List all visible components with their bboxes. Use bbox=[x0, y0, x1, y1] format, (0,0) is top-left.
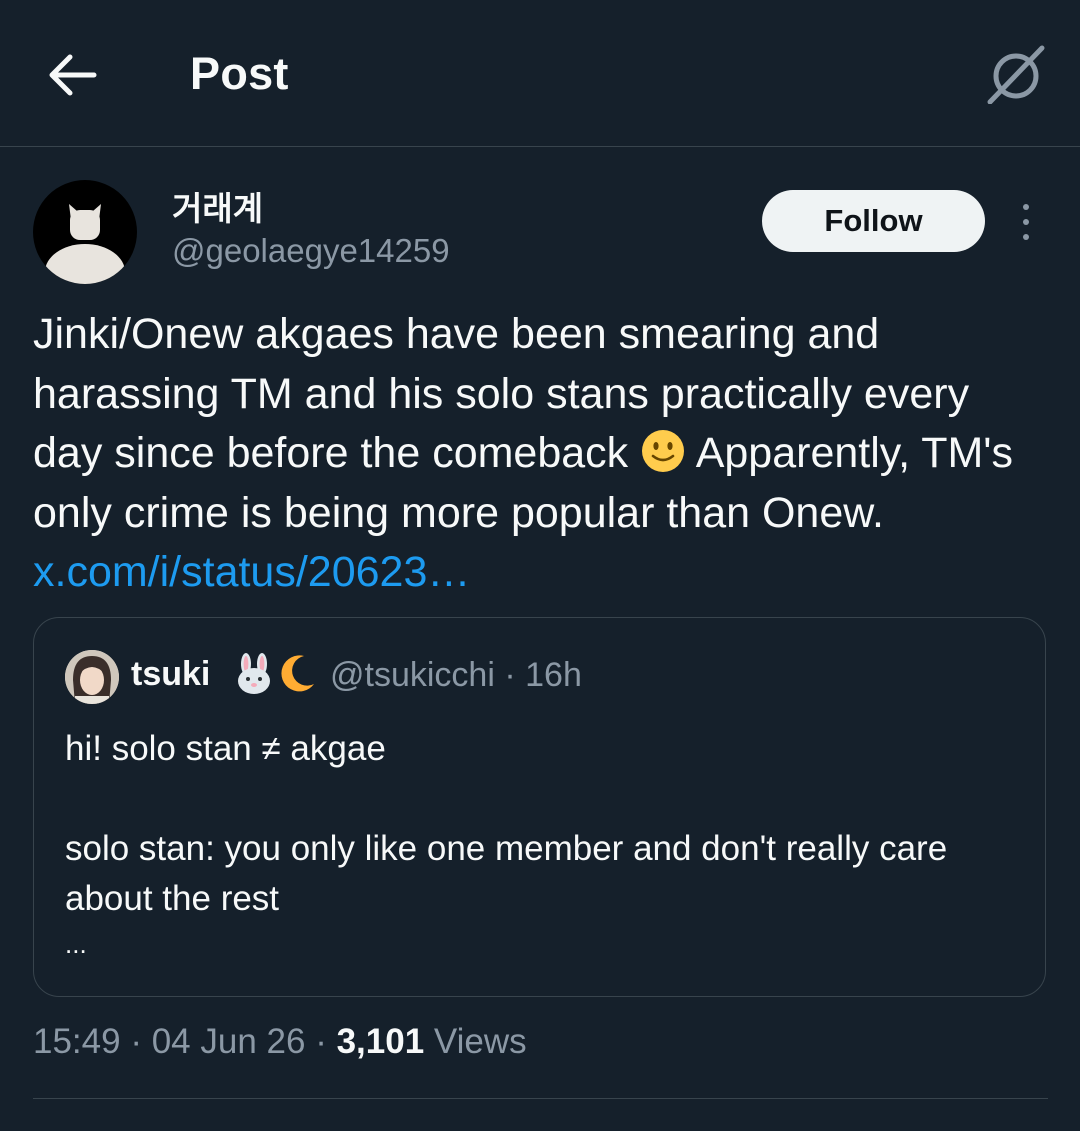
quoted-text-line: solo stan: you only like one member and … bbox=[65, 829, 948, 918]
author-avatar[interactable] bbox=[33, 180, 137, 284]
page-title: Post bbox=[190, 48, 289, 99]
tweet-text: Jinki/Onew akgaes have been smearing and… bbox=[33, 305, 1048, 603]
separator-dot: · bbox=[504, 656, 516, 694]
quoted-author-name: tsuki bbox=[131, 655, 211, 693]
quoted-post[interactable]: tsuki @tsukicchi · 16h hi! solo stan ≠ a… bbox=[33, 617, 1046, 997]
views-label: Views bbox=[433, 1022, 527, 1061]
quoted-author-handle: @tsukicchi bbox=[330, 656, 495, 694]
quoted-post-text: hi! solo stan ≠ akgae solo stan: you onl… bbox=[65, 724, 1025, 964]
separator-dot: · bbox=[130, 1022, 142, 1061]
slightly-smiling-face-emoji bbox=[642, 430, 685, 472]
quoted-post-time: 16h bbox=[525, 656, 582, 694]
quoted-text-line: hi! solo stan ≠ akgae bbox=[65, 729, 386, 768]
arrow-left-icon bbox=[49, 54, 97, 96]
divider bbox=[33, 1098, 1048, 1099]
tweet-link[interactable]: x.com/i/status/20623… bbox=[33, 548, 470, 596]
quoted-author-avatar bbox=[65, 650, 119, 704]
views-count: 3,101 bbox=[336, 1022, 425, 1061]
profile-photo-icon bbox=[65, 650, 119, 704]
top-bar: Post bbox=[0, 0, 1080, 147]
author-handle[interactable]: @geolaegye14259 bbox=[172, 232, 450, 270]
grok-button[interactable] bbox=[984, 44, 1048, 105]
post-metadata: 15:49 · 04 Jun 26 · 3,101 Views bbox=[33, 1022, 527, 1062]
grok-icon bbox=[987, 45, 1045, 105]
quoted-text-line: ... bbox=[65, 929, 87, 959]
back-button[interactable] bbox=[48, 50, 100, 100]
more-options-icon[interactable] bbox=[1010, 200, 1042, 244]
separator-dot: · bbox=[315, 1022, 327, 1061]
author-display-name[interactable]: 거래계 bbox=[172, 182, 263, 230]
post-time[interactable]: 15:49 bbox=[33, 1022, 121, 1061]
quoted-text-line bbox=[65, 774, 1025, 824]
follow-button[interactable]: Follow bbox=[762, 190, 985, 252]
quoted-author-meta: @tsukicchi · 16h bbox=[330, 656, 582, 695]
default-avatar-icon bbox=[45, 204, 125, 284]
rabbit-face-emoji bbox=[238, 653, 270, 694]
crescent-moon-emoji bbox=[281, 655, 314, 692]
post-date[interactable]: 04 Jun 26 bbox=[152, 1022, 306, 1061]
